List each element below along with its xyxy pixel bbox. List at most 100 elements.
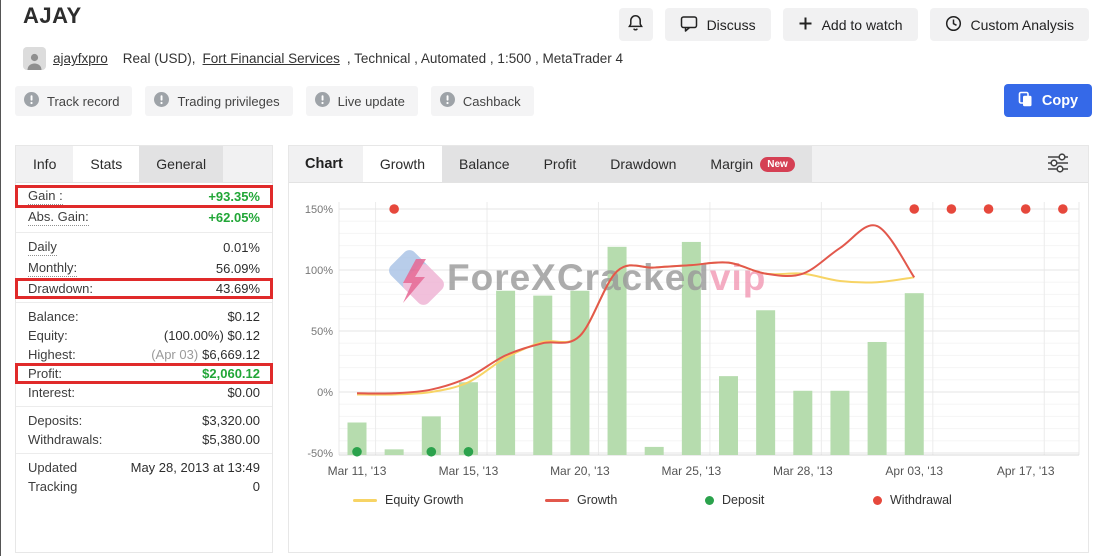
plus-icon [798,16,813,34]
legend-dot-swatch [873,495,882,505]
badge-track-record[interactable]: Track record [15,86,133,116]
row-divider [16,232,272,233]
stat-label: Monthly: [28,260,78,277]
page-title: AJAY [23,3,82,28]
tab-balance[interactable]: Balance [442,146,527,182]
stat-row: Deposits: $3,320.00 [16,411,272,430]
bell-icon [627,14,644,35]
grid-layer [338,202,1080,456]
stat-row: Daily 0.01% [16,237,272,258]
legend-line-swatch [545,498,569,502]
stat-value-text: $2,060.12 [202,366,260,381]
badge-label: Cashback [462,93,521,109]
stat-label: Deposits: [28,413,83,428]
deposit-dot [426,446,437,457]
bar [458,382,478,455]
legend-label: Equity Growth [385,493,464,507]
stat-value-text: $5,380.00 [202,432,260,447]
badge-label: Live update [337,93,405,109]
legend-item-withdrawal[interactable]: Withdrawal [873,493,952,507]
badge-live-update[interactable]: Live update [305,86,418,116]
stat-value-text: (100.00%) $0.12 [163,328,260,343]
bar [533,295,553,455]
tab-growth[interactable]: Growth [362,146,442,182]
legend-item-growth[interactable]: Growth [545,493,617,507]
badge-trading-privileges[interactable]: Trading privileges [145,86,293,116]
stat-label: Drawdown: [28,281,94,296]
tab-general[interactable]: General [139,146,224,182]
chart-section-label: Chart [305,156,343,172]
stat-value: $0.00 [227,385,260,400]
account-line: ajayfxpro Real (USD), Fort Financial Ser… [23,47,623,70]
stat-value-text: 43.69% [215,281,260,296]
tab-info[interactable]: Info [16,146,73,182]
stat-label: Tracking [28,479,78,494]
stat-value-text: $0.12 [227,309,260,324]
warning-icon [439,92,455,110]
tab-label: Drawdown [610,156,677,172]
add-to-watch-button[interactable]: Add to watch [782,8,918,41]
stat-label: Balance: [28,309,79,324]
svg-text:Mar 15, '13: Mar 15, '13 [439,464,499,478]
svg-text:Mar 20, '13: Mar 20, '13 [550,464,610,478]
withdrawal-dot [946,204,957,214]
stat-row: Highest: (Apr 03) $6,669.12 [16,345,272,364]
legend-item-equity-growth[interactable]: Equity Growth [353,493,464,507]
stat-row: Abs. Gain: +62.05% [16,207,272,228]
stats-rows: Gain : +93.35% Abs. Gain: +62.05% Daily 0.01%… [15,183,273,496]
copy-button[interactable]: Copy [1004,84,1092,117]
custom-analysis-button[interactable]: Custom Analysis [929,8,1089,41]
stat-row: Balance: $0.12 [16,307,272,326]
svg-text:Apr 03, '13: Apr 03, '13 [885,464,943,478]
svg-text:150%: 150% [305,204,333,216]
svg-text:50%: 50% [311,326,333,338]
sliders-icon [1046,152,1070,176]
tab-drawdown[interactable]: Drawdown [593,146,694,182]
tab-stats[interactable]: Stats [73,146,140,182]
stat-row: Gain : +93.35% [15,185,273,208]
stat-value: 0 [253,479,260,494]
bar [867,341,887,455]
discuss-button[interactable]: Discuss [664,8,771,41]
stat-label: Daily [28,239,57,256]
tab-margin[interactable]: Margin New [693,146,812,182]
header-actions: Discuss Add to watch Custom Analysis [618,8,1089,41]
tab-profit[interactable]: Profit [526,146,594,182]
stat-value: 43.69% [216,281,260,296]
chart-tabs: Growth Balance Profit Drawdown Margin New [362,146,812,182]
stat-value-text: $0.00 [227,385,260,400]
stat-value: 56.09% [216,261,260,276]
stat-row: Interest: $0.00 [16,383,272,402]
account-page: AJAY Discuss Add to watch Custom Analysi… [0,0,1102,556]
stat-row: Withdrawals: $5,380.00 [16,430,272,449]
legend-item-deposit[interactable]: Deposit [705,493,764,507]
stat-row: Monthly: 56.09% [16,258,272,279]
row-divider [16,406,272,407]
chart-settings-button[interactable] [1042,149,1074,180]
bar [570,290,590,455]
legend-line-swatch [353,498,377,502]
bar [719,376,738,455]
account-details: , Technical , Automated , 1:500 , MetaTr… [346,51,624,66]
badge-cashback[interactable]: Cashback [430,86,534,116]
svg-text:-50%: -50% [307,448,333,460]
stat-label: Updated [28,460,78,475]
legend-label: Deposit [722,493,765,507]
clock-icon [945,15,962,35]
deposit-dot [352,446,362,457]
growth-line [356,224,916,395]
tab-label: Growth [379,156,425,172]
stat-row: Updated May 28, 2013 at 13:49 [16,458,272,477]
stat-value: (100.00%) $0.12 [164,328,260,343]
username-link[interactable]: ajayfxpro [53,51,108,66]
tab-label: General [156,156,207,172]
broker-link[interactable]: Fort Financial Services [203,51,340,66]
stat-label: Equity: [28,328,68,343]
legend-label: Growth [577,493,618,507]
deposit-dot [463,446,474,457]
notifications-button[interactable] [618,8,653,41]
badge-row: Track record Trading privileges Live updat… [15,86,534,116]
tab-label: Stats [90,156,123,172]
y-axis-labels: 150% 100% 50% 0% -50% [305,204,333,460]
bar [830,390,850,455]
